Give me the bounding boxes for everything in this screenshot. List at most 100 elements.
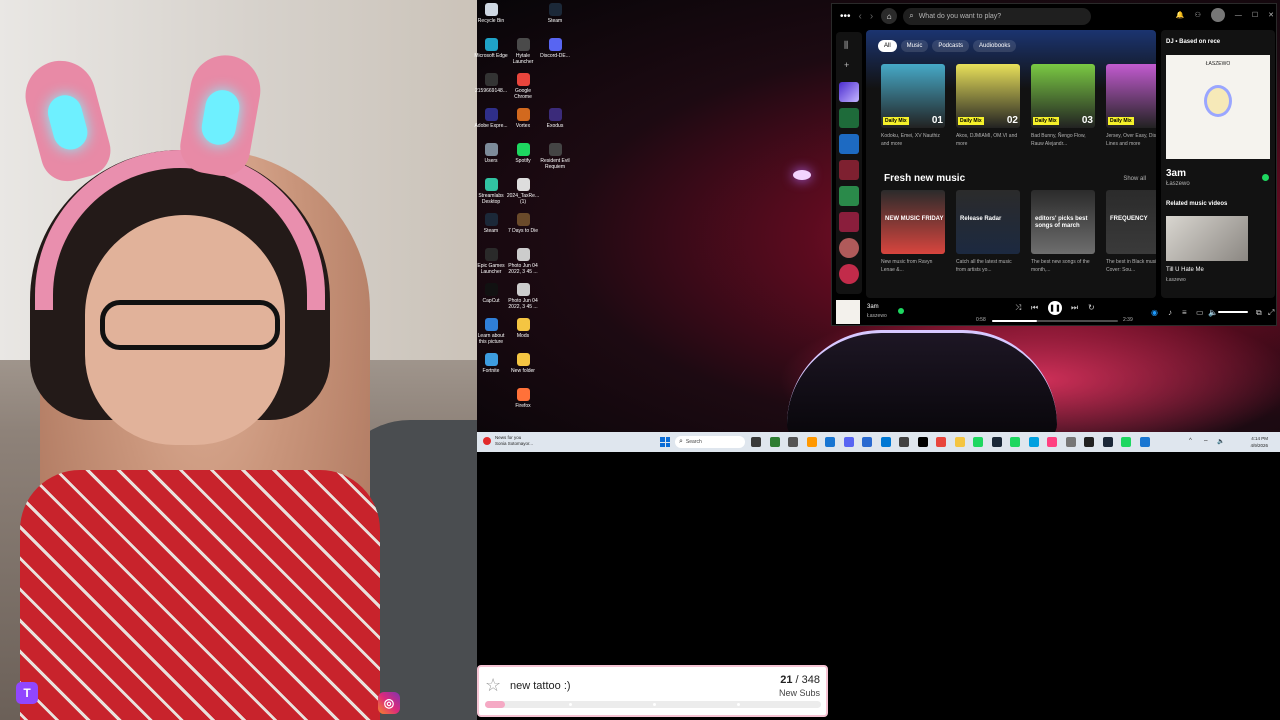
now-playing-cover[interactable] — [836, 300, 860, 324]
forward-arrow-icon[interactable]: › — [870, 11, 873, 22]
news-widget[interactable]: News for you Sonia Sotomayor... — [483, 435, 533, 447]
start-button[interactable] — [660, 437, 670, 447]
desktop-icon[interactable]: Exodus — [538, 108, 572, 129]
taskbar-app-icon[interactable] — [917, 437, 928, 447]
desktop-icon[interactable]: 2024_TaxRe... (1) — [506, 178, 540, 205]
sidebar-item-artist[interactable] — [839, 264, 859, 284]
shuffle-icon[interactable]: ⤨ — [1015, 303, 1021, 313]
now-playing-artist[interactable]: Łaszewo — [867, 313, 887, 319]
desktop-icon[interactable]: Users — [474, 143, 508, 164]
saved-check-icon[interactable] — [898, 308, 904, 314]
volume-slider[interactable] — [1218, 311, 1248, 313]
desktop-icon[interactable]: Epic Games Launcher — [474, 248, 508, 275]
sidebar-item-artist[interactable] — [839, 238, 859, 258]
lyrics-icon[interactable]: ♪ — [1168, 308, 1172, 317]
search-input[interactable]: ⌕ What do you want to play? — [903, 7, 1092, 25]
bell-icon[interactable]: 🔔 — [1176, 11, 1185, 19]
back-arrow-icon[interactable]: ‹ — [859, 11, 862, 22]
desktop-icon[interactable]: Adobe Expre... — [474, 108, 508, 129]
daily-mix-card[interactable]: Daily Mix 01 Kodoku, Emei, XV Nauthiz and … — [881, 64, 947, 148]
taskbar-clock[interactable]: 4:14 PM 4/9/2026 — [1250, 435, 1268, 449]
desktop-icon[interactable]: 7 Days to Die — [506, 213, 540, 234]
plus-icon[interactable]: + — [844, 60, 849, 70]
devices-icon[interactable]: ▭ — [1196, 308, 1204, 317]
sidebar-item-playlist[interactable] — [839, 134, 859, 154]
taskbar-app-icon[interactable] — [788, 437, 798, 447]
menu-dots-icon[interactable]: ••• — [840, 11, 851, 22]
desktop-icon[interactable]: CapCut — [474, 283, 508, 304]
desktop-icon[interactable]: New folder — [506, 353, 540, 374]
taskbar-app-icon[interactable] — [1065, 437, 1076, 447]
desktop-icon[interactable]: Recycle Bin — [474, 3, 508, 24]
network-icon[interactable]: ⌔ — [1203, 438, 1209, 446]
connect-device-icon[interactable]: ◉ — [1151, 308, 1158, 317]
avatar[interactable] — [1210, 8, 1225, 22]
pause-button[interactable]: ❚❚ — [1048, 301, 1062, 315]
volume-icon[interactable]: 🔈 — [1208, 308, 1218, 317]
playlist-card[interactable]: Release Radar Catch all the latest music … — [956, 190, 1022, 274]
playlist-card[interactable]: FREQUENCY The best in Black music! Cover:… — [1106, 190, 1156, 274]
sidebar-item-playlist[interactable] — [839, 108, 859, 128]
close-icon[interactable]: ✕ — [1268, 11, 1274, 19]
desktop-icon[interactable]: Spotify — [506, 143, 540, 164]
video-artist[interactable]: Łaszewo — [1166, 277, 1186, 283]
minimize-icon[interactable]: — — [1235, 12, 1242, 19]
library-icon[interactable]: ⫼ — [844, 40, 848, 51]
taskbar-app-icon[interactable] — [1028, 437, 1039, 447]
chip-all[interactable]: All — [878, 40, 897, 52]
friends-icon[interactable]: ⚇ — [1195, 11, 1201, 19]
desktop-icon[interactable]: Resident Evil Requiem — [538, 143, 572, 170]
taskbar-app-icon[interactable] — [825, 437, 835, 447]
speaker-icon[interactable]: 🔈 — [1217, 438, 1224, 445]
taskbar-app-icon[interactable] — [806, 437, 817, 447]
sidebar-item-playlist[interactable] — [839, 160, 859, 180]
desktop-icon[interactable]: Photo Jun 04 2022, 3 45 ... — [506, 283, 540, 310]
song-title[interactable]: 3am — [1166, 168, 1186, 179]
saved-check-icon[interactable] — [1262, 174, 1269, 181]
spotify-window[interactable]: ••• ‹ › ⌂ ⌕ What do you want to play? 🔔 … — [831, 3, 1277, 326]
taskbar-app-icon[interactable] — [936, 437, 946, 447]
taskbar-app-icon[interactable] — [899, 437, 909, 447]
taskbar-app-icon[interactable] — [1102, 437, 1113, 447]
video-thumbnail[interactable] — [1166, 216, 1248, 261]
desktop-icon[interactable]: Steam — [474, 213, 508, 234]
desktop-icon[interactable]: Steam — [538, 3, 572, 24]
taskbar-app-icon[interactable] — [862, 437, 872, 447]
taskbar-app-icon[interactable] — [880, 437, 891, 447]
queue-icon[interactable]: ≡ — [1182, 308, 1187, 317]
fullscreen-icon[interactable]: ⤢ — [1268, 308, 1274, 318]
sidebar-item-playlist[interactable] — [839, 186, 859, 206]
desktop-icon[interactable]: Fortnite — [474, 353, 508, 374]
desktop-icon[interactable]: Hytale Launcher — [506, 38, 540, 65]
taskbar-app-icon[interactable] — [769, 437, 780, 447]
taskbar-app-icon[interactable] — [954, 437, 965, 447]
show-all-link[interactable]: Show all — [1123, 176, 1146, 182]
playlist-card[interactable]: NEW MUSIC FRIDAY New music from Ravyn Len… — [881, 190, 947, 274]
home-icon[interactable]: ⌂ — [881, 8, 898, 24]
desktop-icon[interactable]: Streamlabs Desktop — [474, 178, 508, 205]
desktop-icon[interactable]: Google Chrome — [506, 73, 540, 100]
taskbar-app-icon[interactable] — [1010, 437, 1020, 447]
daily-mix-card[interactable]: Daily Mix 03 Bad Bunny, Ñengo Flow, Rauw A… — [1031, 64, 1097, 148]
taskbar-app-icon[interactable] — [1139, 437, 1150, 447]
chip-podcasts[interactable]: Podcasts — [932, 40, 970, 52]
next-icon[interactable]: ⏭ — [1071, 303, 1078, 313]
chip-music[interactable]: Music — [900, 40, 929, 52]
sidebar-item-liked-songs[interactable] — [839, 82, 859, 102]
repeat-icon[interactable]: ↻ — [1088, 303, 1095, 312]
chip-audiobooks[interactable]: Audiobooks — [973, 40, 1017, 52]
daily-mix-card[interactable]: Daily Mix 02 Akos, DJMIAMI, OM.VI and more — [956, 64, 1022, 148]
progress-bar[interactable] — [992, 320, 1118, 322]
taskbar-app-icon[interactable] — [973, 437, 983, 447]
desktop-icon[interactable]: Microsoft Edge — [474, 38, 508, 59]
desktop-icon[interactable]: Photo Jun 04 2022, 3 45 ... — [506, 248, 540, 275]
video-title[interactable]: Till U Hate Me — [1166, 267, 1204, 273]
maximize-icon[interactable]: ☐ — [1252, 11, 1258, 19]
taskbar-app-icon[interactable] — [1121, 437, 1131, 447]
desktop-icon[interactable]: Firefox — [506, 388, 540, 409]
desktop-icon[interactable]: Discord-DE... — [538, 38, 572, 59]
taskbar-search[interactable]: ⌕ Search — [675, 436, 745, 448]
previous-icon[interactable]: ⏮ — [1031, 303, 1038, 313]
taskbar-app-icon[interactable] — [843, 437, 854, 447]
taskbar-app-icon[interactable] — [991, 437, 1002, 447]
